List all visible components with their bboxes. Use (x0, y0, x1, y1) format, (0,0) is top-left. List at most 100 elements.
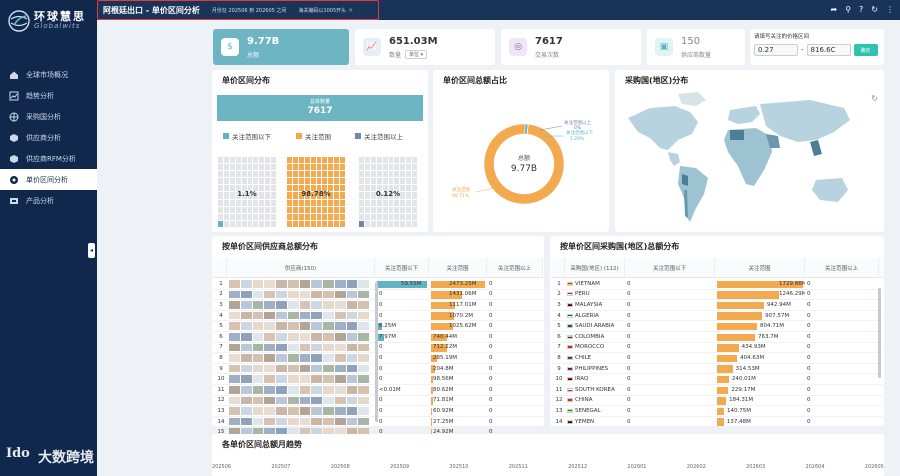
table-row[interactable]: 9 PHILIPPINES 0 314.53M 0 (551, 364, 883, 375)
table-row[interactable]: 6 COLOMBIA 0 763.7M 0 (551, 332, 883, 343)
range-max-input[interactable] (806, 44, 851, 56)
table-cell: 0 (625, 406, 715, 416)
kpi-suppliers: ▣ 150 供应商数量 (647, 29, 745, 65)
table-row[interactable]: 14 YEMEN 0 137.48M 0 (551, 417, 883, 428)
waffle-cell (359, 164, 364, 171)
waffle-cell (218, 199, 223, 206)
waffle-cell (304, 164, 310, 171)
waffle-cell (370, 213, 376, 220)
table-row[interactable]: 1 59.55M 2473.25M 0 (213, 279, 543, 290)
sidebar-item-price-range[interactable]: 单价区间分析 (0, 169, 97, 190)
waffle-cell (359, 199, 364, 206)
in-range-value: 1431.06M (449, 291, 477, 298)
table-row[interactable]: 3 0 1117.01M 0 (213, 300, 543, 311)
table-row[interactable]: 8 0 285.19M 0 (213, 353, 543, 364)
table-row[interactable]: 10 0 98.56M 0 (213, 374, 543, 385)
blur-block (323, 322, 334, 330)
blur-block (264, 417, 275, 426)
search-icon[interactable]: ⚲ (845, 5, 851, 14)
table-row[interactable]: 1 VIETNAM 0 1729.86M 0 (551, 279, 883, 290)
blur-block (334, 417, 346, 426)
trend-month-tick: 202508 (330, 464, 350, 470)
table-row[interactable]: 6 7.97M 740.44M 0 (213, 332, 543, 343)
blur-block (323, 407, 334, 415)
sidebar-item-supplier-rfm[interactable]: 供应商RFM分析 (0, 148, 97, 169)
table-cell: 0 (805, 385, 879, 395)
help-icon[interactable]: ? (859, 5, 863, 14)
blur-block (240, 311, 252, 320)
table-row[interactable]: 8 CHILE 0 404.63M 0 (551, 353, 883, 364)
country-name: PHILIPPINES (575, 365, 609, 372)
below-value: 0 (627, 301, 631, 308)
tabs-highlight (97, 0, 379, 20)
waffle-cell (235, 178, 241, 185)
sidebar-item-supplier[interactable]: 供应商分析 (0, 127, 97, 148)
range-min-input[interactable] (754, 44, 798, 56)
waffle-cell (370, 220, 376, 227)
refresh-map-icon[interactable]: ↻ (871, 94, 878, 103)
table-row[interactable]: 11 SOUTH KOREA 0 229.17M 0 (551, 385, 883, 396)
waffle-cell (259, 206, 265, 213)
table-row[interactable]: 12 0 71.81M 0 (213, 396, 543, 407)
sidebar-item-product[interactable]: 产品分析 (0, 190, 97, 211)
header-supplier[interactable]: 供应商(150) (227, 258, 375, 277)
header-country[interactable]: 采购国(地区) (112) (565, 258, 625, 277)
sidebar-item-buyer-country[interactable]: 采购国分析 (0, 106, 97, 127)
table-row[interactable]: 2 0 1431.06M 0 (213, 290, 543, 301)
blur-block (346, 311, 358, 320)
table-row[interactable]: 7 MOROCCO 0 434.93M 0 (551, 343, 883, 354)
topbar: 阿根廷出口 - 单价区间分析 月份在 202506 到 202605 之间 海关… (97, 0, 900, 20)
unit-select[interactable]: 单位 ▾ (405, 49, 428, 59)
confirm-button[interactable]: 确定 (853, 44, 878, 56)
table-cell (227, 279, 375, 289)
kpi-quantity: 📈 651.03M 数量 单位 ▾ (355, 29, 495, 65)
header-in-range[interactable]: 关注范围 (429, 258, 487, 277)
waffle-cell (406, 171, 412, 178)
table-row[interactable]: 13 SENEGAL 0 140.75M 0 (551, 406, 883, 417)
vertical-scrollbar[interactable] (878, 288, 881, 378)
table-cell: 0 (487, 343, 543, 353)
row-index: 8 (557, 354, 561, 361)
table-row[interactable]: 13 0 60.92M 0 (213, 406, 543, 417)
trend-month-tick: 202601 (627, 464, 647, 470)
blur-block (323, 364, 334, 373)
table-row[interactable]: 11 <0.01M 80.62M 0 (213, 385, 543, 396)
sidebar-collapse-button[interactable]: ◂ (88, 243, 95, 258)
table-cell: 0 (487, 385, 543, 395)
table-cell: 0 (487, 353, 543, 363)
blur-block (334, 301, 346, 309)
header-below[interactable]: 关注范围以下 (375, 258, 429, 277)
logo[interactable]: 环球慧思 Globalwits (0, 0, 97, 42)
more-icon[interactable]: ⋮ (886, 5, 894, 14)
header-above[interactable]: 关注范围以上 (487, 258, 543, 277)
table-row[interactable]: 3 MALAYSIA 0 942.94M 0 (551, 300, 883, 311)
table-cell (227, 406, 375, 416)
table-row[interactable]: 5 6.25M 1025.62M 0 (213, 321, 543, 332)
header-below[interactable]: 关注范围以下 (625, 258, 715, 277)
waffle-cell (370, 164, 376, 171)
waffle-cell (334, 220, 340, 227)
waffle-cell (340, 213, 345, 220)
table-row[interactable]: 9 0 204.8M 0 (213, 364, 543, 375)
row-index: 6 (219, 333, 223, 340)
table-row[interactable]: 10 IRAQ 0 240.01M 0 (551, 374, 883, 385)
table-row[interactable]: 12 CHINA 0 184.31M 0 (551, 396, 883, 407)
sidebar-item-market-overview[interactable]: 全球市场概况 (0, 64, 97, 85)
table-row[interactable]: 7 0 712.22M 0 (213, 343, 543, 354)
table-row[interactable]: 14 0 27.25M 0 (213, 417, 543, 428)
waffle-cell (406, 157, 412, 164)
header-in-range[interactable]: 关注范围 (715, 258, 805, 277)
share-icon[interactable]: ➦ (830, 5, 837, 14)
sidebar-item-trend[interactable]: 趋势分析 (0, 85, 97, 106)
table-row[interactable]: 4 ALGERIA 0 907.57M 0 (551, 311, 883, 322)
waffle-cell (316, 199, 322, 206)
header-above[interactable]: 关注范围以上 (805, 258, 879, 277)
table-row[interactable]: 4 0 1070.2M 0 (213, 311, 543, 322)
waffle-cell (376, 164, 382, 171)
waffle-cell (364, 220, 370, 227)
blur-block (229, 407, 240, 415)
waffle-cell (304, 199, 310, 206)
refresh-icon[interactable]: ↻ (871, 5, 878, 14)
table-row[interactable]: 2 PERU 0 1246.29M 0 (551, 290, 883, 301)
table-row[interactable]: 5 SAUDI ARABIA 0 804.71M 0 (551, 321, 883, 332)
